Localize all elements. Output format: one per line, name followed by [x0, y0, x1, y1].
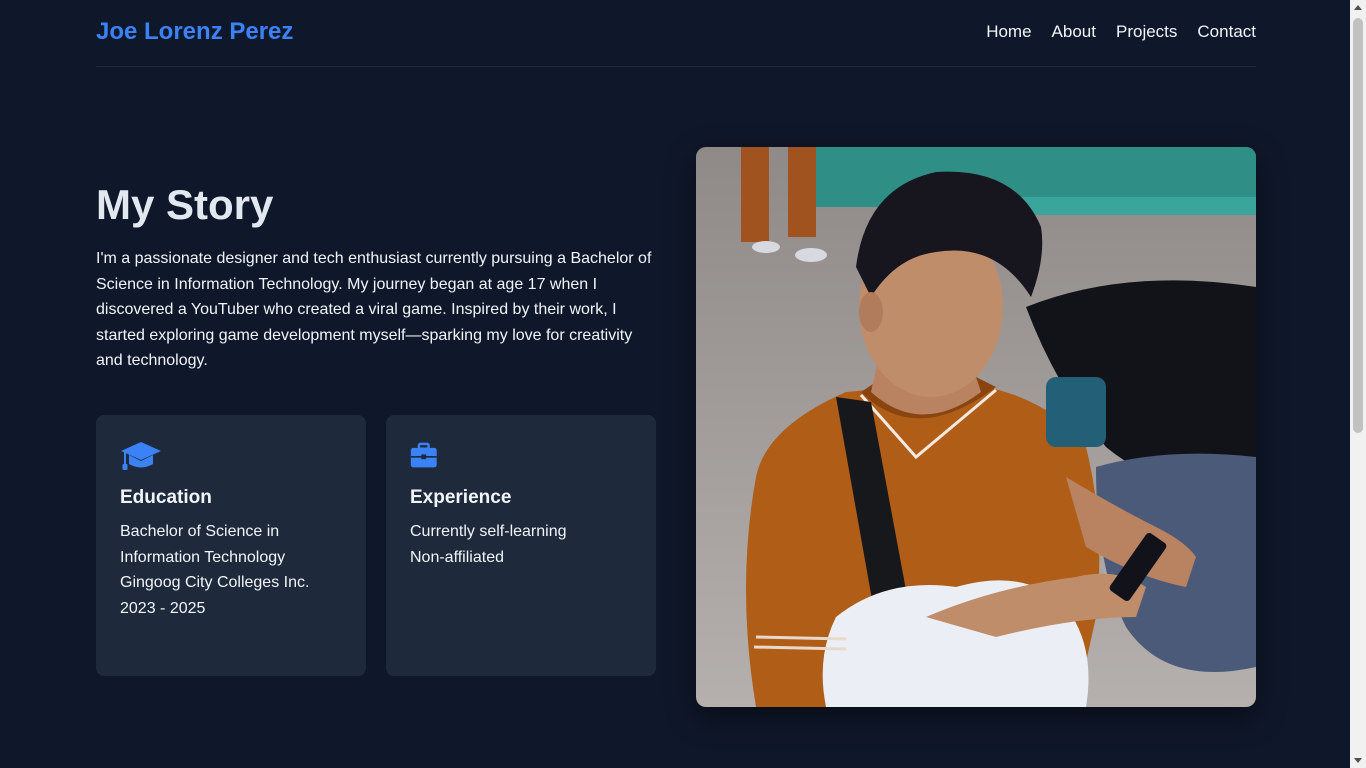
- story-title: My Story: [96, 181, 274, 228]
- profile-photo: [696, 147, 1256, 707]
- education-years: 2023 - 2025: [120, 599, 206, 617]
- experience-card: Experience Currently self-learning Non-a…: [386, 415, 656, 676]
- scroll-thumb[interactable]: [1353, 18, 1363, 433]
- nav-home-link[interactable]: Home: [986, 22, 1031, 42]
- education-school: Gingoog City Colleges Inc.: [120, 574, 310, 592]
- page: Joe Lorenz Perez Home About Projects Con…: [0, 0, 1350, 768]
- experience-status: Currently self-learning: [410, 523, 567, 540]
- experience-details: Currently self-learning Non-affiliated: [410, 519, 632, 570]
- education-title: Education: [120, 487, 212, 508]
- experience-affiliation: Non-affiliated: [410, 548, 504, 566]
- briefcase-icon: [410, 442, 437, 468]
- main-nav: Home About Projects Contact: [986, 22, 1256, 42]
- education-details: Bachelor of Science in Information Techn…: [120, 519, 342, 621]
- scroll-up-icon[interactable]: [1354, 5, 1362, 10]
- brand-logo[interactable]: Joe Lorenz Perez: [96, 18, 293, 46]
- nav-projects-link[interactable]: Projects: [1116, 22, 1177, 42]
- scroll-down-icon[interactable]: [1354, 758, 1362, 763]
- nav-about-link[interactable]: About: [1052, 22, 1096, 42]
- profile-photo-illustration: [696, 147, 1256, 707]
- education-card: Education Bachelor of Science in Informa…: [96, 415, 366, 676]
- experience-title: Experience: [410, 487, 512, 508]
- graduation-cap-icon: [121, 442, 161, 470]
- education-degree: Bachelor of Science in Information Techn…: [120, 523, 286, 566]
- nav-contact-link[interactable]: Contact: [1197, 22, 1256, 42]
- site-header: Joe Lorenz Perez Home About Projects Con…: [96, 0, 1256, 67]
- story-paragraph: I'm a passionate designer and tech enthu…: [96, 250, 652, 370]
- scrollbar[interactable]: [1350, 0, 1366, 768]
